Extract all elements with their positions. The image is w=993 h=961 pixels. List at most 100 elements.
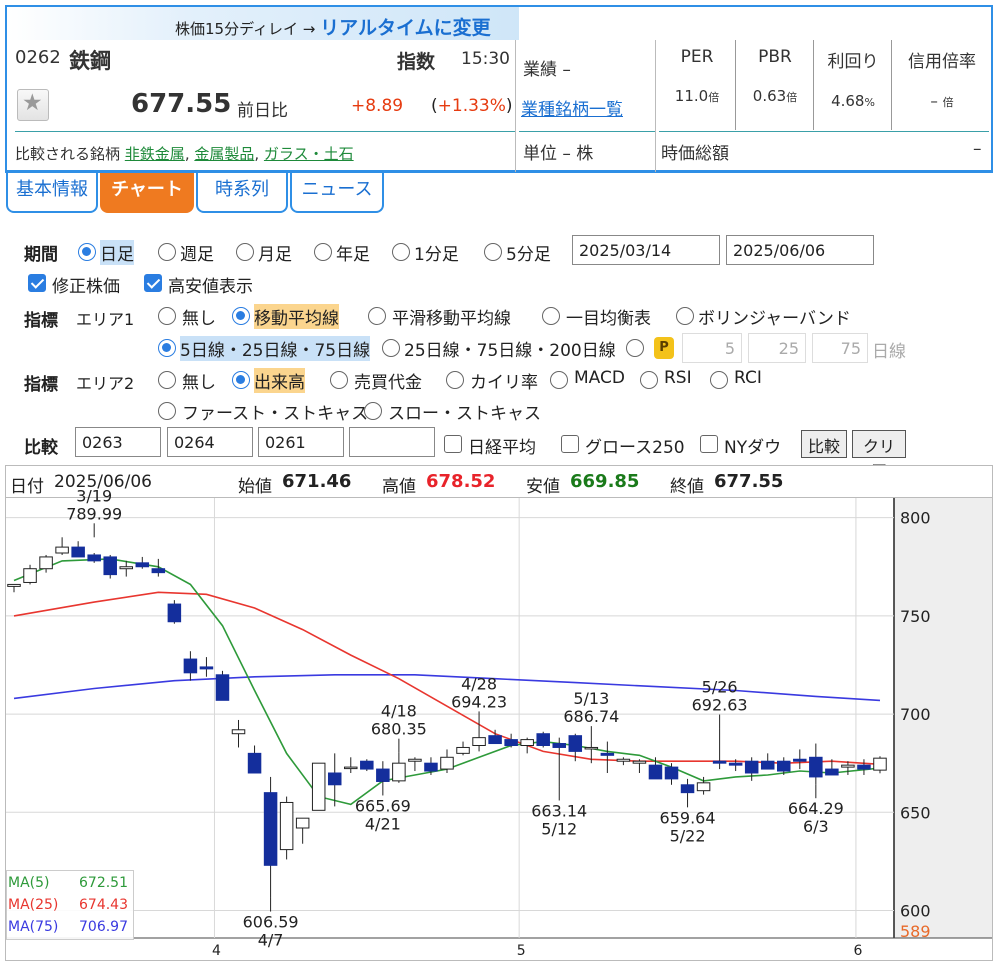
candle-up [408,758,422,762]
candle-down [793,758,807,762]
annotation-value: 789.99 [66,504,122,523]
period-radio-monthly[interactable] [236,243,254,261]
area2-option-turnover[interactable]: 売買代金 [354,368,422,393]
period-option-5min[interactable]: 5分足 [506,240,551,265]
period-radio-yearly[interactable] [314,243,332,261]
nydow-checkbox[interactable] [700,435,718,453]
tab-chart[interactable]: チャート [100,173,194,213]
compare-link-glass-ceramics[interactable]: ガラス・土石 [264,145,354,163]
candle-up [841,764,855,768]
area1-option-smoothed-ma[interactable]: 平滑移動平均線 [392,304,511,329]
realtime-link[interactable]: リアルタイムに変更 [320,17,490,39]
area2-option-fast-stoch[interactable]: ファースト・ストキャス [182,399,368,424]
compare-link-nonferrous[interactable]: 非鉄金属 [125,145,185,163]
annotation-date: 4/7 [258,931,284,950]
candle-up [295,817,310,829]
ma-set-radio-custom[interactable] [626,339,644,357]
annotation-value: 694.23 [451,692,507,711]
area1-option-none[interactable]: 無し [182,304,216,329]
area1-radio-smoothed-ma[interactable] [368,307,386,325]
custom-ma-1-input[interactable] [682,333,742,363]
period-radio-daily[interactable] [78,243,96,261]
annotation-value: 663.14 [531,801,587,820]
area2-radio-none[interactable] [158,371,176,389]
sector-list-link[interactable]: 業種銘柄一覧 [521,95,623,120]
ma-set-radio-25-75-200[interactable] [382,339,400,357]
area2-option-macd[interactable]: MACD [574,368,625,388]
candle-up [520,739,534,747]
period-radio-5min[interactable] [484,243,502,261]
area2-radio-fast-stoch[interactable] [158,402,176,420]
tab-news[interactable]: ニュース [290,173,384,213]
custom-ma-2-input[interactable] [748,333,806,363]
period-radio-1min[interactable] [392,243,410,261]
custom-ma-3-input[interactable] [812,333,868,363]
period-option-daily[interactable]: 日足 [100,240,134,265]
nikkei-checkbox[interactable] [444,435,462,453]
favorite-star-button[interactable]: ★ [17,89,49,121]
area1-option-ichimoku[interactable]: 一目均衡表 [566,304,651,329]
date-to-input[interactable] [726,235,874,265]
ma-set-radio-5-25-75[interactable] [158,339,176,357]
area2-option-rci[interactable]: RCI [734,368,762,388]
divider [519,131,655,132]
period-option-weekly[interactable]: 週足 [180,240,214,265]
area2-option-slow-stoch[interactable]: スロー・ストキャス [388,399,541,424]
area2-option-volume[interactable]: 出来高 [254,368,305,393]
performance-label: 業績 – [523,60,571,80]
clear-button[interactable]: クリア [852,430,906,480]
area1-radio-ichimoku[interactable] [542,307,560,325]
security-name: 鉄鋼 [69,49,111,73]
period-option-monthly[interactable]: 月足 [258,240,292,265]
premium-lock-icon: P [654,337,674,359]
candle-down [712,760,727,764]
x-month-label: 6 [853,943,862,959]
growth250-checkbox[interactable] [561,435,579,453]
candle-up [392,762,406,782]
area2-radio-macd[interactable] [550,371,568,389]
area1-radio-bollinger[interactable] [676,307,694,325]
candle-down [568,735,583,752]
area1-option-bollinger[interactable]: ボリンジャーバンド [698,304,851,329]
candle-down [552,743,567,748]
area2-radio-volume[interactable] [232,371,250,389]
period-label: 期間 [24,245,58,265]
date-from-input[interactable] [572,235,720,265]
candle-down [825,768,839,776]
period-option-1min[interactable]: 1分足 [414,240,459,265]
period-option-yearly[interactable]: 年足 [336,240,370,265]
area2-radio-rsi[interactable] [640,371,658,389]
area2-radio-rci[interactable] [710,371,728,389]
area2-radio-turnover[interactable] [330,371,348,389]
area1-option-ma[interactable]: 移動平均線 [254,304,339,329]
tab-timeseries[interactable]: 時系列 [196,173,288,213]
annotation-value: 686.74 [563,707,619,726]
candle-up [440,756,454,770]
candle-up [231,729,246,735]
adjusted-price-checkbox[interactable] [28,274,46,292]
area1-radio-none[interactable] [158,307,176,325]
area2-radio-deviation[interactable] [446,371,464,389]
ma-set-5-25-75[interactable]: 5日線・25日線・75日線 [180,336,371,361]
compare-button[interactable]: 比較 [801,430,847,458]
compare-link-metal-products[interactable]: 金属製品 [194,145,254,163]
area2-option-deviation[interactable]: カイリ率 [470,368,538,393]
area2-option-rsi[interactable]: RSI [664,368,692,388]
candle-down [215,674,230,701]
area2-option-none[interactable]: 無し [182,368,216,393]
compare-code-3-input[interactable] [258,427,344,457]
divider [15,131,515,132]
compare-code-4-input[interactable] [349,427,435,457]
tab-basic-info[interactable]: 基本情報 [6,173,98,213]
highlow-checkbox[interactable] [144,274,162,292]
compare-code-2-input[interactable] [167,427,253,457]
candle-down [424,762,438,772]
period-radio-weekly[interactable] [158,243,176,261]
annotation-value: 659.64 [660,808,716,827]
area2-radio-slow-stoch[interactable] [364,402,382,420]
annotation-date: 4/28 [461,674,497,693]
ma-set-25-75-200[interactable]: 25日線・75日線・200日線 [404,336,616,361]
area1-radio-ma[interactable] [232,307,250,325]
compare-code-1-input[interactable] [75,427,161,457]
divider [655,40,656,172]
